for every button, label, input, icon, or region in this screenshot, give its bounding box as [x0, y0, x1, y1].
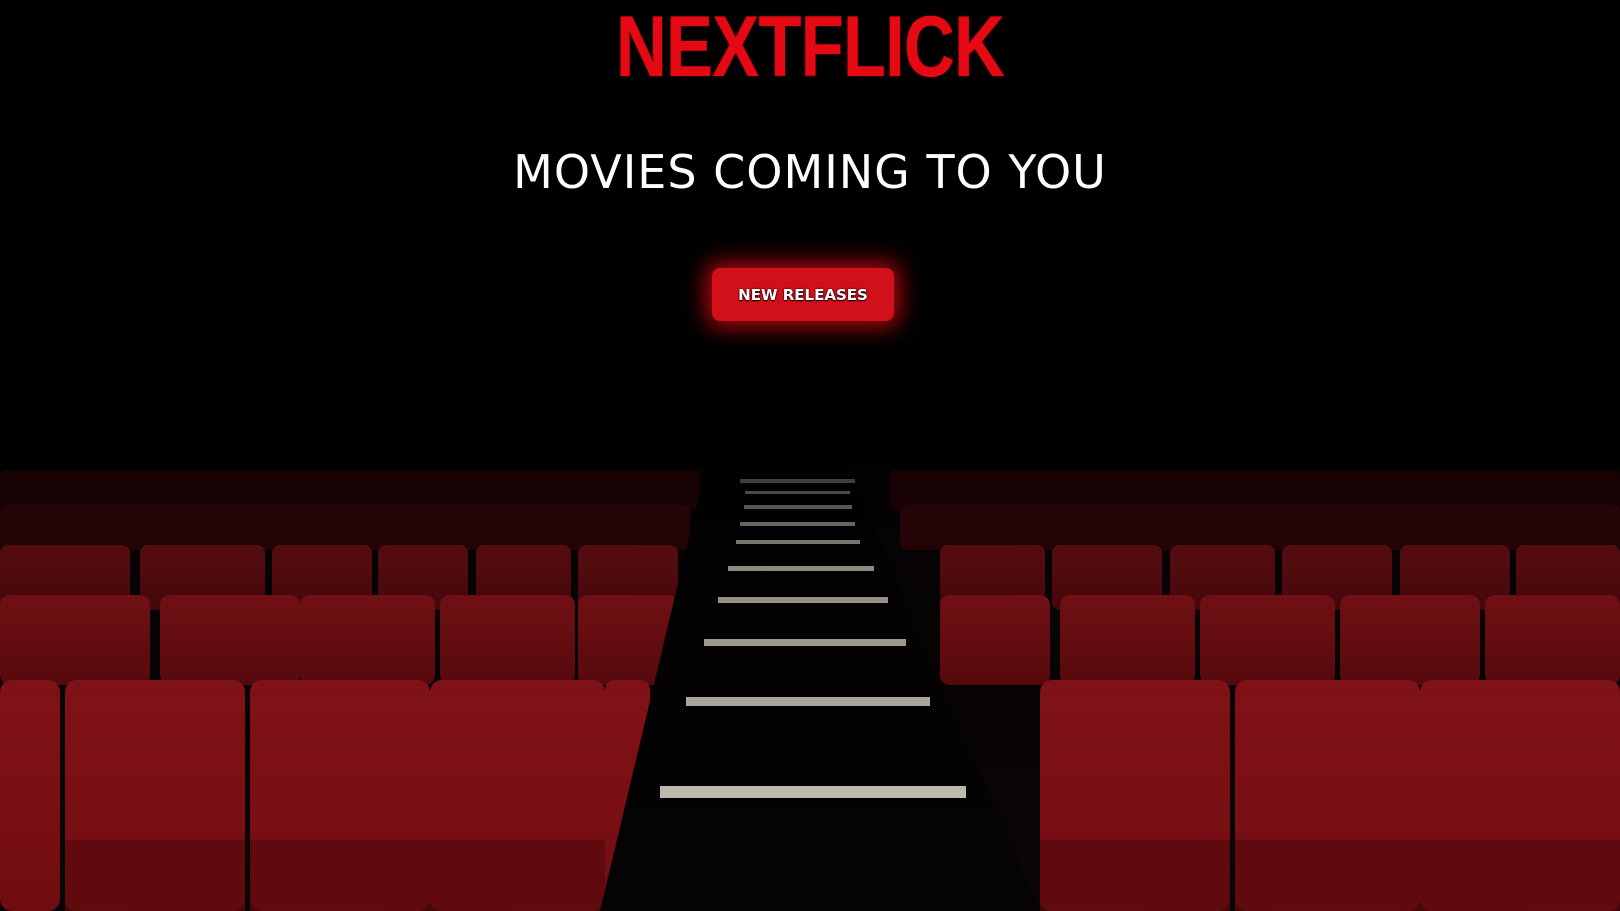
hero-headline: MOVIES COMING TO YOU [513, 145, 1107, 199]
new-releases-button[interactable]: NEW RELEASES [712, 268, 894, 321]
hero-section: NEXTFLICK MOVIES COMING TO YOU NEW RELEA… [0, 0, 1620, 911]
theater-seats-background [0, 0, 1620, 911]
nextflick-logo[interactable]: NEXTFLICK [146, 4, 1474, 90]
